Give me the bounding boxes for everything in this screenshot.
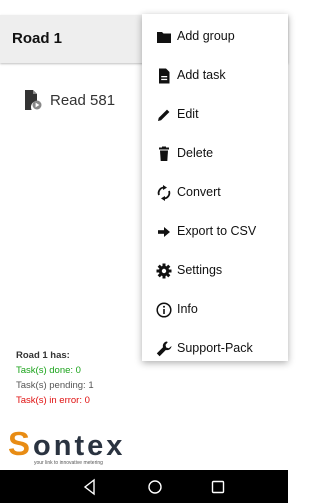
overflow-menu: Add group Add task Edit Delete Convert E…: [142, 14, 288, 361]
back-icon[interactable]: [81, 478, 99, 496]
folder-icon: [156, 29, 172, 45]
tasks-error-text: Task(s) in error: 0: [16, 395, 90, 406]
menu-item-support-pack[interactable]: Support-Pack: [142, 330, 288, 368]
menu-item-label: Info: [177, 302, 198, 316]
menu-item-convert[interactable]: Convert: [142, 174, 288, 212]
tasks-done-text: Task(s) done: 0: [16, 365, 81, 376]
home-icon[interactable]: [146, 478, 164, 496]
menu-item-label: Export to CSV: [177, 224, 257, 238]
menu-item-label: Add task: [177, 68, 226, 82]
pencil-icon: [156, 107, 172, 123]
menu-item-label: Settings: [177, 263, 223, 277]
navigation-bar: [0, 470, 288, 503]
menu-item-delete[interactable]: Delete: [142, 135, 288, 173]
menu-item-export-csv[interactable]: Export to CSV: [142, 213, 288, 251]
tasks-pending-text: Task(s) pending: 1: [16, 380, 94, 391]
menu-item-label: Edit: [177, 107, 199, 121]
sontex-logo: Sontex your link to innovative metering: [8, 425, 128, 469]
menu-item-add-group[interactable]: Add group: [142, 18, 288, 56]
trash-icon: [156, 146, 172, 162]
menu-item-add-task[interactable]: Add task: [142, 57, 288, 95]
info-icon: [156, 302, 172, 318]
page-title: Road 1: [12, 30, 63, 47]
menu-item-info[interactable]: Info: [142, 291, 288, 329]
summary-heading: Road 1 has:: [16, 350, 70, 361]
arrow-right-icon: [156, 224, 172, 240]
file-icon: [156, 68, 172, 84]
logo-tagline: your link to innovative metering: [34, 460, 103, 466]
menu-item-label: Support-Pack: [177, 341, 253, 355]
menu-item-label: Delete: [177, 146, 214, 160]
task-summary: Road 1 has: Task(s) done: 0 Task(s) pend…: [16, 348, 94, 408]
menu-item-label: Add group: [177, 29, 235, 43]
menu-item-edit[interactable]: Edit: [142, 96, 288, 134]
logo-letter: S: [8, 425, 34, 462]
file-play-icon: [24, 90, 42, 110]
status-bar: [0, 0, 288, 15]
list-item-label: Read 581: [50, 92, 116, 109]
wrench-icon: [156, 341, 172, 357]
gear-icon: [156, 263, 172, 279]
menu-item-settings[interactable]: Settings: [142, 252, 288, 290]
recents-icon[interactable]: [209, 478, 227, 496]
logo-text: ontex: [33, 430, 126, 462]
refresh-icon: [156, 185, 172, 201]
menu-item-label: Convert: [177, 185, 221, 199]
